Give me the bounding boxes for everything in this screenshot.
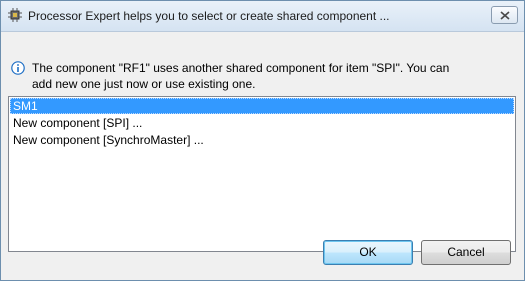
- close-button[interactable]: [491, 6, 518, 24]
- ok-button[interactable]: OK: [323, 240, 413, 265]
- component-listbox[interactable]: SM1 New component [SPI] ... New componen…: [8, 96, 516, 252]
- list-item[interactable]: SM1: [10, 98, 514, 114]
- list-item[interactable]: New component [SynchroMaster] ...: [10, 132, 514, 148]
- cancel-button[interactable]: Cancel: [421, 240, 511, 265]
- title-bar[interactable]: Processor Expert helps you to select or …: [1, 1, 524, 32]
- window-title: Processor Expert helps you to select or …: [28, 9, 390, 23]
- processor-chip-icon: [8, 8, 22, 22]
- info-icon: [11, 61, 25, 75]
- close-icon: [500, 11, 510, 20]
- info-message: The component "RF1" uses another shared …: [32, 61, 450, 91]
- dialog-window: Processor Expert helps you to select or …: [0, 0, 525, 281]
- list-item[interactable]: New component [SPI] ...: [10, 115, 514, 131]
- dialog-body: The component "RF1" uses another shared …: [1, 32, 524, 280]
